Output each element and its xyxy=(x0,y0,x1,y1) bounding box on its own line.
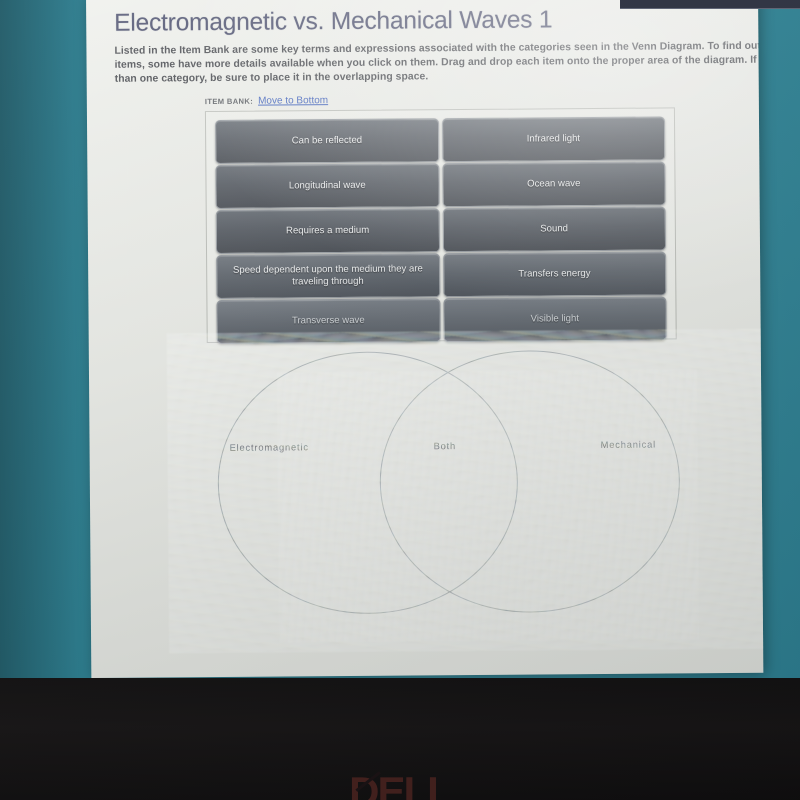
venn-circle-mechanical[interactable] xyxy=(378,349,681,614)
item-tile-label: Ocean wave xyxy=(527,178,581,190)
venn-label-both: Both xyxy=(433,440,457,452)
item-tile-sound[interactable]: Sound xyxy=(442,206,667,253)
item-tile-requires-a-medium[interactable]: Requires a medium xyxy=(215,208,440,254)
instructions-paragraph: Listed in the Item Bank are some key ter… xyxy=(114,38,763,86)
laptop-bottom-bezel: DELL xyxy=(0,678,800,800)
item-tile-visible-light[interactable]: Visible light xyxy=(442,296,667,343)
item-bank-panel: Can be reflected Infrared light Longitud… xyxy=(204,107,677,344)
desktop-shadow xyxy=(0,0,92,678)
item-tile-label: Can be reflected xyxy=(291,134,363,147)
item-tile-label: Requires a medium xyxy=(285,224,370,237)
item-tile-label: Longitudinal wave xyxy=(288,179,366,192)
item-tile-longitudinal-wave[interactable]: Longitudinal wave xyxy=(215,163,440,209)
item-tile-label: Transfers energy xyxy=(518,268,591,280)
item-tile-transverse-wave[interactable]: Transverse wave xyxy=(216,298,441,344)
venn-label-electromagnetic: Electromagnetic xyxy=(229,441,309,453)
item-tile-label: Speed dependent upon the medium they are… xyxy=(232,263,423,288)
item-tile-speed-dependent-upon-medium[interactable]: Speed dependent upon the medium they are… xyxy=(216,253,440,299)
browser-window-chrome xyxy=(620,0,800,9)
item-tile-label: Infrared light xyxy=(526,133,581,145)
item-tile-label: Visible light xyxy=(530,313,580,325)
item-tile-label: Transverse wave xyxy=(291,314,365,327)
laptop-photo-frame: Electromagnetic vs. Mechanical Waves 1 L… xyxy=(0,0,800,800)
move-to-bottom-link[interactable]: Move to Bottom xyxy=(258,95,328,107)
page-title: Electromagnetic vs. Mechanical Waves 1 xyxy=(114,6,553,37)
item-tile-label: Sound xyxy=(540,223,569,235)
dell-logo: DELL xyxy=(349,768,453,800)
assignment-page: Electromagnetic vs. Mechanical Waves 1 L… xyxy=(86,0,764,678)
item-tile-can-be-reflected[interactable]: Can be reflected xyxy=(214,118,439,164)
item-tile-transfers-energy[interactable]: Transfers energy xyxy=(442,251,667,298)
item-bank-header: ITEM BANK: Move to Bottom xyxy=(205,92,751,107)
dell-logo-text: DELL xyxy=(349,768,453,800)
item-tile-infrared-light[interactable]: Infrared light xyxy=(441,116,666,163)
item-tile-ocean-wave[interactable]: Ocean wave xyxy=(441,161,666,208)
venn-diagram: Electromagnetic Both Mechanical xyxy=(127,328,764,654)
browser-window: Electromagnetic vs. Mechanical Waves 1 L… xyxy=(86,0,764,678)
item-bank-tile-grid: Can be reflected Infrared light Longitud… xyxy=(214,116,667,344)
item-bank-caption: ITEM BANK: xyxy=(204,96,254,107)
venn-label-mechanical: Mechanical xyxy=(600,438,657,450)
